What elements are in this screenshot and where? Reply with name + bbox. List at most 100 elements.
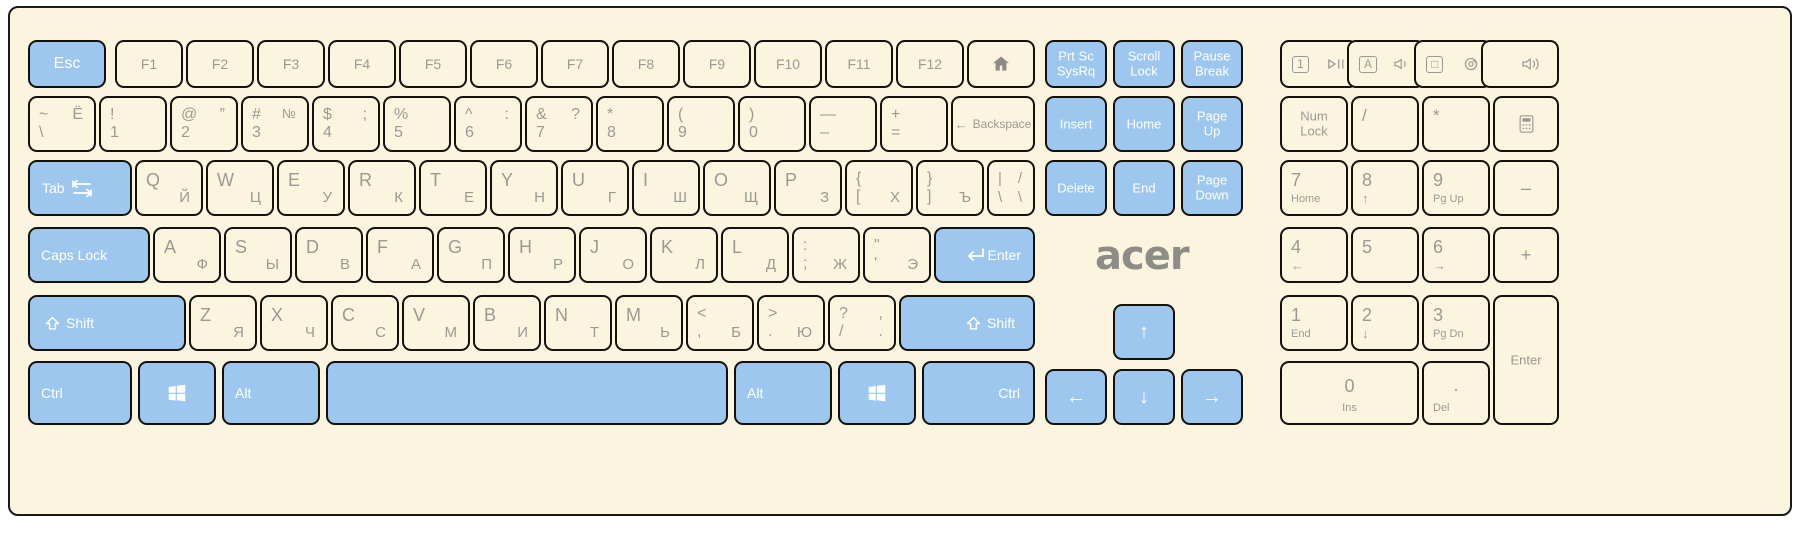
key-backslash[interactable]: | / \ \ <box>987 160 1035 216</box>
key-u[interactable]: U Г <box>561 160 629 216</box>
key-l[interactable]: L Д <box>721 227 789 283</box>
key-media-volume[interactable] <box>1481 40 1559 88</box>
key-arrow-up[interactable]: ↑ <box>1113 304 1175 360</box>
key-arrow-left[interactable]: ← <box>1045 369 1107 425</box>
key-numpad-add[interactable]: + <box>1493 227 1559 283</box>
key-digit-6[interactable]: ^ : 6 <box>454 96 522 152</box>
key-digit-4[interactable]: $ ; 4 <box>312 96 380 152</box>
key-w[interactable]: W Ц <box>206 160 274 216</box>
key-end[interactable]: End <box>1113 160 1175 216</box>
key-numpad-8[interactable]: 8 ↑ <box>1351 160 1419 216</box>
key-q[interactable]: Q Й <box>135 160 203 216</box>
key-digit-7[interactable]: & ? 7 <box>525 96 593 152</box>
key-digit-2[interactable]: @ ” 2 <box>170 96 238 152</box>
key-numpad-1[interactable]: 1 End <box>1280 295 1348 351</box>
key-print-screen[interactable]: Prt Sc SysRq <box>1045 40 1107 88</box>
key-digit-5[interactable]: % 5 <box>383 96 451 152</box>
key-arrow-down[interactable]: ↓ <box>1113 369 1175 425</box>
key-enter[interactable]: Enter <box>934 227 1035 283</box>
key-s[interactable]: S Ы <box>224 227 292 283</box>
key-f[interactable]: F А <box>366 227 434 283</box>
key-f2[interactable]: F2 <box>186 40 254 88</box>
key-esc[interactable]: Esc <box>28 40 106 88</box>
key-numpad-multiply[interactable]: * <box>1422 96 1490 152</box>
key-digit-8[interactable]: * 8 <box>596 96 664 152</box>
key-numpad-6[interactable]: 6 → <box>1422 227 1490 283</box>
key-h[interactable]: H Р <box>508 227 576 283</box>
key-tab[interactable]: Tab <box>28 160 132 216</box>
key-a[interactable]: A Ф <box>153 227 221 283</box>
key-v[interactable]: V М <box>402 295 470 351</box>
key-alt-right[interactable]: Alt <box>734 361 832 425</box>
key-numpad-7[interactable]: 7 Home <box>1280 160 1348 216</box>
key-home-shortcut[interactable] <box>967 40 1035 88</box>
key-d[interactable]: D В <box>295 227 363 283</box>
key-j[interactable]: J О <box>579 227 647 283</box>
key-pause-break[interactable]: Pause Break <box>1181 40 1243 88</box>
key-f4[interactable]: F4 <box>328 40 396 88</box>
key-equal[interactable]: + = <box>880 96 948 152</box>
key-o[interactable]: O Щ <box>703 160 771 216</box>
key-scroll-lock[interactable]: Scroll Lock <box>1113 40 1175 88</box>
key-digit-3[interactable]: # № 3 <box>241 96 309 152</box>
key-win-left[interactable] <box>138 361 216 425</box>
key-g[interactable]: G П <box>437 227 505 283</box>
key-numpad-enter[interactable]: Enter <box>1493 295 1559 425</box>
key-shift-left[interactable]: Shift <box>28 295 186 351</box>
key-delete[interactable]: Delete <box>1045 160 1107 216</box>
key-m[interactable]: M Ь <box>615 295 683 351</box>
key-semicolon[interactable]: : ; Ж <box>792 227 860 283</box>
key-digit-1[interactable]: ! 1 <box>99 96 167 152</box>
key-space[interactable] <box>326 361 728 425</box>
key-bracket-right[interactable]: } ] Ъ <box>916 160 984 216</box>
key-t[interactable]: T Е <box>419 160 487 216</box>
key-win-right[interactable] <box>838 361 916 425</box>
key-numpad-5[interactable]: 5 <box>1351 227 1419 283</box>
key-numpad-3[interactable]: 3 Pg Dn <box>1422 295 1490 351</box>
key-x[interactable]: X Ч <box>260 295 328 351</box>
key-insert[interactable]: Insert <box>1045 96 1107 152</box>
key-k[interactable]: K Л <box>650 227 718 283</box>
key-digit-9[interactable]: ( 9 <box>667 96 735 152</box>
key-shift-right[interactable]: Shift <box>899 295 1035 351</box>
key-z[interactable]: Z Я <box>189 295 257 351</box>
key-period[interactable]: > . Ю <box>757 295 825 351</box>
key-f11[interactable]: F11 <box>825 40 893 88</box>
key-b[interactable]: B И <box>473 295 541 351</box>
key-numpad-2[interactable]: 2 ↓ <box>1351 295 1419 351</box>
key-num-lock[interactable]: Num Lock <box>1280 96 1348 152</box>
key-minus[interactable]: — – <box>809 96 877 152</box>
key-f8[interactable]: F8 <box>612 40 680 88</box>
key-numpad-9[interactable]: 9 Pg Up <box>1422 160 1490 216</box>
key-y[interactable]: Y Н <box>490 160 558 216</box>
key-f10[interactable]: F10 <box>754 40 822 88</box>
key-e[interactable]: E У <box>277 160 345 216</box>
key-n[interactable]: N Т <box>544 295 612 351</box>
key-slash[interactable]: ? , / . <box>828 295 896 351</box>
key-r[interactable]: R К <box>348 160 416 216</box>
key-c[interactable]: C С <box>331 295 399 351</box>
key-calculator[interactable] <box>1493 96 1559 152</box>
key-backquote[interactable]: ~ Ё \ <box>28 96 96 152</box>
key-numpad-0[interactable]: 0 Ins <box>1280 361 1419 425</box>
key-page-down[interactable]: Page Down <box>1181 160 1243 216</box>
key-comma[interactable]: < , Б <box>686 295 754 351</box>
key-backspace[interactable]: ← Backspace <box>951 96 1035 152</box>
key-f5[interactable]: F5 <box>399 40 467 88</box>
key-ctrl-left[interactable]: Ctrl <box>28 361 132 425</box>
key-f1[interactable]: F1 <box>115 40 183 88</box>
key-ctrl-right[interactable]: Ctrl <box>922 361 1035 425</box>
key-f7[interactable]: F7 <box>541 40 609 88</box>
key-f6[interactable]: F6 <box>470 40 538 88</box>
key-f9[interactable]: F9 <box>683 40 751 88</box>
key-arrow-right[interactable]: → <box>1181 369 1243 425</box>
key-p[interactable]: P З <box>774 160 842 216</box>
key-f3[interactable]: F3 <box>257 40 325 88</box>
key-home[interactable]: Home <box>1113 96 1175 152</box>
key-digit-0[interactable]: ) 0 <box>738 96 806 152</box>
key-f12[interactable]: F12 <box>896 40 964 88</box>
key-numpad-4[interactable]: 4 ← <box>1280 227 1348 283</box>
key-numpad-divide[interactable]: / <box>1351 96 1419 152</box>
key-numpad-decimal[interactable]: . Del <box>1422 361 1490 425</box>
key-bracket-left[interactable]: { [ Х <box>845 160 913 216</box>
